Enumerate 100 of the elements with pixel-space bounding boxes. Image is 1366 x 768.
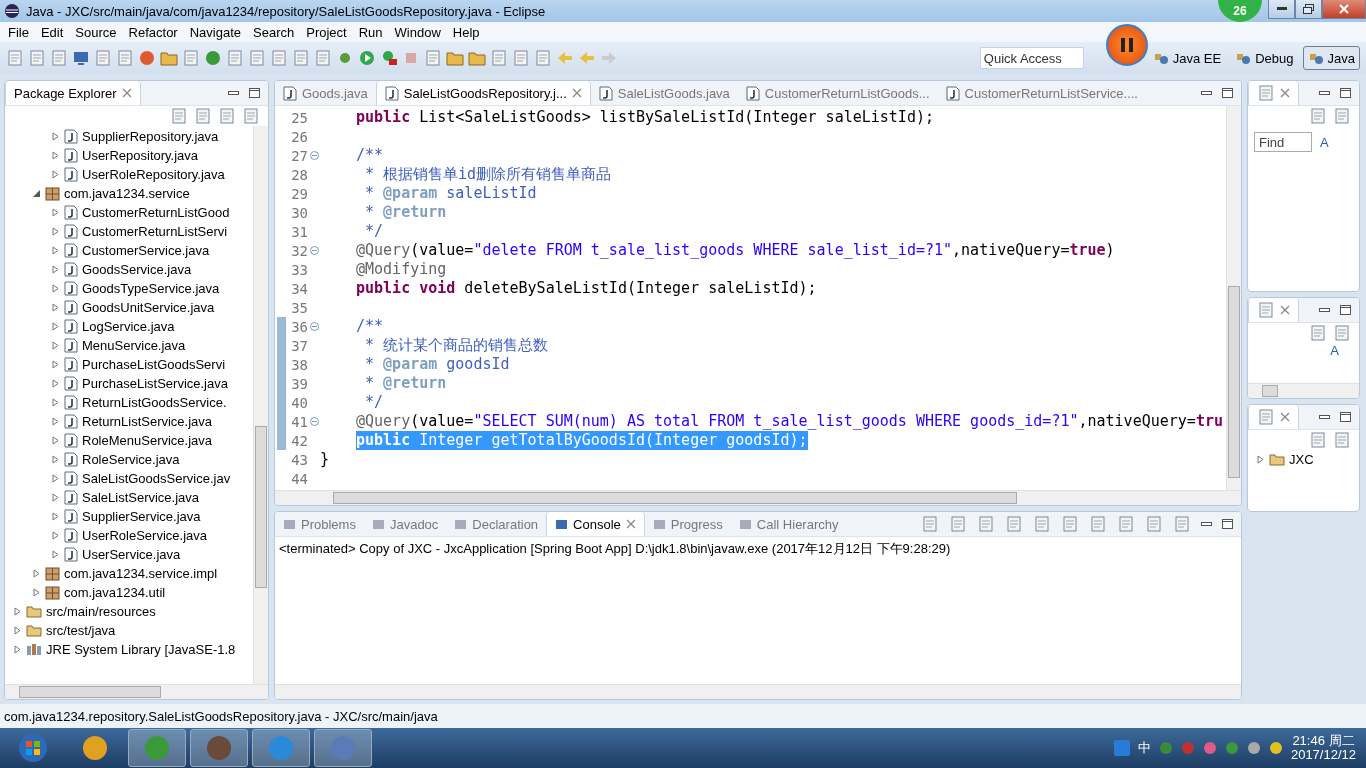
- collapsed-arrow-icon[interactable]: [51, 493, 60, 502]
- collapsed-arrow-icon[interactable]: [51, 265, 60, 274]
- collapsed-arrow-icon[interactable]: [51, 436, 60, 445]
- close-icon[interactable]: [1280, 88, 1290, 98]
- tree-item[interactable]: com.java1234.service.impl: [64, 566, 218, 581]
- collapsed-arrow-icon[interactable]: [13, 607, 22, 616]
- horizontal-scrollbar[interactable]: [275, 490, 1241, 505]
- tree-item[interactable]: GoodsUnitService.java: [82, 300, 215, 315]
- fold-icon[interactable]: [309, 322, 319, 331]
- tree-item[interactable]: RoleMenuService.java: [82, 433, 213, 448]
- minimize-icon[interactable]: [1319, 90, 1330, 96]
- minimize-icon[interactable]: [1201, 90, 1212, 96]
- arrow-left-icon[interactable]: [578, 49, 596, 67]
- collapsed-arrow-icon[interactable]: [32, 588, 41, 597]
- horizontal-scrollbar[interactable]: [1248, 383, 1359, 398]
- view-tab[interactable]: Problems: [275, 512, 364, 536]
- tree-item[interactable]: SupplierService.java: [82, 509, 201, 524]
- collapsed-arrow-icon[interactable]: [51, 151, 60, 160]
- taskbar-app-button[interactable]: [314, 729, 372, 767]
- collapsed-arrow-icon[interactable]: [51, 474, 60, 483]
- collapsed-arrow-icon[interactable]: [51, 246, 60, 255]
- tree-item[interactable]: src/main/resources: [46, 604, 156, 619]
- collapsed-arrow-icon[interactable]: [1256, 455, 1265, 464]
- vertical-scrollbar[interactable]: [1226, 106, 1241, 490]
- tree-item[interactable]: SupplierRepository.java: [82, 129, 219, 144]
- collapsed-arrow-icon[interactable]: [51, 455, 60, 464]
- collapsed-arrow-icon[interactable]: [51, 550, 60, 559]
- folder-open-icon[interactable]: [468, 49, 486, 67]
- tree-item[interactable]: PurchaseListService.java: [82, 376, 228, 391]
- maximize-icon[interactable]: [1340, 88, 1351, 98]
- tree-item[interactable]: UserRoleRepository.java: [82, 167, 225, 182]
- tree-item[interactable]: PurchaseListGoodsServi: [82, 357, 226, 372]
- run-badge-icon[interactable]: [380, 49, 398, 67]
- fold-icon[interactable]: [309, 417, 319, 426]
- doc-icon[interactable]: [292, 49, 310, 67]
- tray-icon[interactable]: [1268, 741, 1283, 755]
- horizontal-scrollbar[interactable]: [5, 684, 268, 699]
- tray-icon[interactable]: [1202, 741, 1217, 755]
- tree-item[interactable]: SaleListService.java: [82, 490, 200, 505]
- minimize-icon[interactable]: [228, 90, 239, 96]
- close-icon[interactable]: [1280, 412, 1290, 422]
- view-tab[interactable]: [1248, 81, 1299, 105]
- collapsed-arrow-icon[interactable]: [13, 645, 22, 654]
- perspective-button[interactable]: Java EE: [1147, 46, 1227, 70]
- play-icon[interactable]: [358, 49, 376, 67]
- tray-icon[interactable]: [1158, 741, 1173, 755]
- vertical-scrollbar[interactable]: [253, 126, 268, 684]
- close-icon[interactable]: [571, 88, 582, 98]
- input-method-icon[interactable]: [1113, 740, 1130, 756]
- minimize-icon[interactable]: [1201, 521, 1212, 527]
- collapsed-arrow-icon[interactable]: [51, 322, 60, 331]
- input-language[interactable]: 中: [1137, 739, 1151, 757]
- clock-date[interactable]: 2017/12/12: [1290, 748, 1356, 762]
- quick-access-field[interactable]: Quick Access: [979, 47, 1084, 69]
- menu-item[interactable]: Project: [300, 24, 353, 40]
- tree-item[interactable]: CustomerReturnListServi: [82, 224, 228, 239]
- menu-item[interactable]: Source: [69, 24, 123, 40]
- tree-item[interactable]: SaleListGoodsService.jav: [82, 471, 231, 486]
- new-icon[interactable]: [6, 49, 24, 67]
- taskbar-app-button[interactable]: [190, 729, 248, 767]
- expanded-arrow-icon[interactable]: [32, 189, 41, 198]
- minimize-icon[interactable]: [1319, 414, 1330, 420]
- menu-item[interactable]: Navigate: [183, 24, 247, 40]
- view-tab[interactable]: [1248, 298, 1299, 322]
- collapsed-arrow-icon[interactable]: [51, 417, 60, 426]
- tree-item[interactable]: com.java1234.service: [64, 186, 190, 201]
- editor-tab[interactable]: SaleListGoodsRepository.j...: [375, 81, 591, 105]
- fold-icon[interactable]: [309, 246, 319, 255]
- menu-item[interactable]: File: [2, 24, 35, 40]
- collapsed-arrow-icon[interactable]: [32, 569, 41, 578]
- collapsed-arrow-icon[interactable]: [51, 170, 60, 179]
- tray-icon[interactable]: [1224, 741, 1239, 755]
- fold-icon[interactable]: [309, 151, 319, 160]
- tree-item[interactable]: GoodsTypeService.java: [82, 281, 220, 296]
- editor-tab[interactable]: CustomerReturnListService....: [937, 81, 1146, 105]
- tree-item[interactable]: ReturnListService.java: [82, 414, 213, 429]
- tree-item[interactable]: com.java1234.util: [64, 585, 166, 600]
- collapsed-arrow-icon[interactable]: [13, 626, 22, 635]
- collapsed-arrow-icon[interactable]: [51, 398, 60, 407]
- tree-item[interactable]: RoleService.java: [82, 452, 180, 467]
- editor-tab[interactable]: SaleListGoods.java: [590, 81, 738, 105]
- menu-item[interactable]: Refactor: [122, 24, 184, 40]
- sphere-icon[interactable]: [138, 49, 156, 67]
- collapsed-arrow-icon[interactable]: [51, 132, 60, 141]
- maximize-icon[interactable]: [1340, 305, 1351, 315]
- close-icon[interactable]: [121, 88, 132, 98]
- maximize-icon[interactable]: [1222, 519, 1233, 529]
- collapsed-arrow-icon[interactable]: [51, 379, 60, 388]
- tree-item[interactable]: UserRoleService.java: [82, 528, 207, 543]
- menu-item[interactable]: Window: [388, 24, 447, 40]
- maximize-icon[interactable]: [1222, 88, 1233, 98]
- tree-item[interactable]: CustomerService.java: [82, 243, 210, 258]
- folder-icon[interactable]: [446, 49, 464, 67]
- view-tab[interactable]: Package Explorer: [5, 81, 141, 105]
- view-tab[interactable]: Javadoc: [363, 512, 447, 536]
- tree-item[interactable]: MenuService.java: [82, 338, 186, 353]
- editor-tab[interactable]: Goods.java: [275, 81, 376, 105]
- find-field[interactable]: Find: [1254, 132, 1312, 152]
- menu-item[interactable]: Edit: [34, 24, 70, 40]
- collapsed-arrow-icon[interactable]: [51, 303, 60, 312]
